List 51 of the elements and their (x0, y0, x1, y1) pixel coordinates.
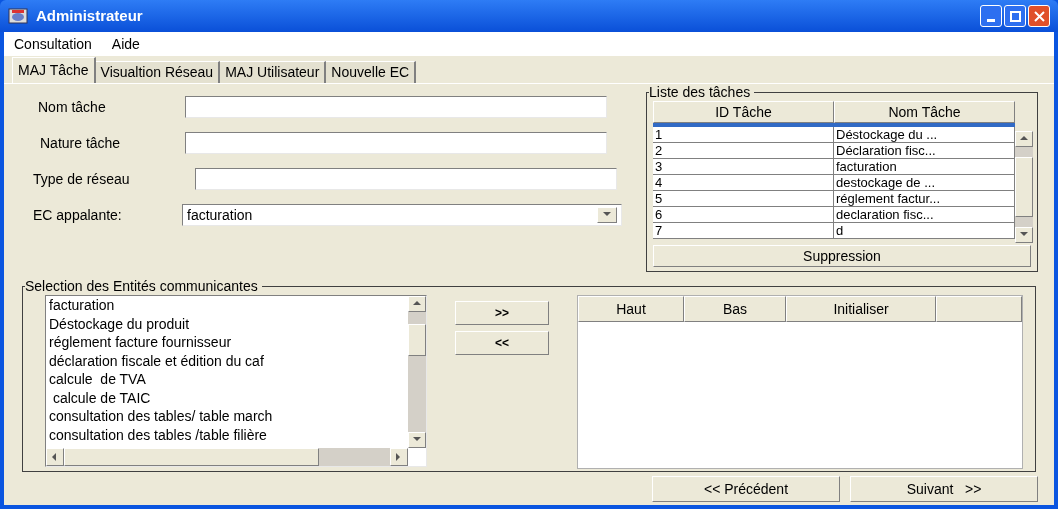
minimize-button[interactable] (980, 5, 1002, 27)
column-header[interactable]: ID Tâche (653, 101, 834, 123)
remove-button[interactable]: << (455, 331, 549, 355)
list-item[interactable]: calcule de TAIC (49, 388, 408, 407)
order-button[interactable]: Haut (578, 296, 684, 322)
table-cell: d (834, 223, 1015, 239)
menu-item[interactable]: Aide (111, 33, 140, 55)
ec-dropdown[interactable]: facturation (182, 204, 622, 226)
maximize-button[interactable] (1004, 5, 1026, 27)
horizontal-scrollbar[interactable] (46, 448, 408, 466)
tab[interactable]: MAJ Utilisateur (220, 61, 327, 83)
list-item[interactable]: déclaration fiscale et édition du caf (49, 351, 408, 370)
window-title: Administrateur (36, 5, 144, 26)
list-item[interactable]: consultation des tables/ table march (49, 407, 408, 426)
tab[interactable]: MAJ Tâche (12, 57, 96, 83)
tab[interactable]: Visualtion Réseau (95, 61, 221, 83)
text-input[interactable] (185, 96, 607, 118)
list-item[interactable]: calcule de TVA (49, 370, 408, 389)
text-input[interactable] (195, 168, 617, 190)
scroll-thumb[interactable] (64, 448, 319, 466)
column-header[interactable]: Nom Tâche (834, 101, 1015, 123)
table-cell: 7 (653, 223, 834, 239)
order-button[interactable]: Initialiser (786, 296, 936, 322)
tab[interactable]: Nouvelle EC (326, 61, 417, 83)
delete-button[interactable]: Suppression (653, 245, 1031, 267)
field-label: EC appalante: (32, 205, 123, 225)
minimize-icon (987, 19, 995, 22)
vertical-scrollbar[interactable] (1015, 131, 1033, 243)
list-item[interactable]: consultation des tables /table filière (49, 425, 408, 444)
close-icon (1033, 10, 1045, 22)
nav-button[interactable]: << Précédent (652, 476, 840, 502)
maximize-icon (1009, 10, 1021, 22)
field-label: Nom tâche (37, 97, 107, 117)
group-title: Liste des tâches (649, 84, 755, 100)
list-item[interactable]: réglement facture fournisseur (49, 333, 408, 352)
list-item[interactable]: Déstockage du produit (49, 314, 408, 333)
order-button[interactable]: Bas (684, 296, 786, 322)
close-button[interactable] (1028, 5, 1050, 27)
field-label: Nature tâche (39, 133, 122, 153)
vertical-scrollbar[interactable] (408, 296, 426, 448)
app-icon (8, 8, 28, 24)
scroll-thumb[interactable] (1015, 157, 1033, 217)
text-input[interactable] (185, 132, 607, 154)
field-label: Type de réseau (32, 169, 131, 189)
menu-item[interactable]: Consultation (14, 33, 92, 55)
dropdown-button[interactable] (597, 207, 617, 223)
add-button[interactable]: >> (455, 301, 549, 325)
scroll-thumb[interactable] (408, 324, 426, 356)
nav-button[interactable]: Suivant >> (850, 476, 1038, 502)
list-item[interactable]: facturation (49, 296, 408, 315)
group-title: Selection des Entités communicantes (25, 278, 262, 294)
